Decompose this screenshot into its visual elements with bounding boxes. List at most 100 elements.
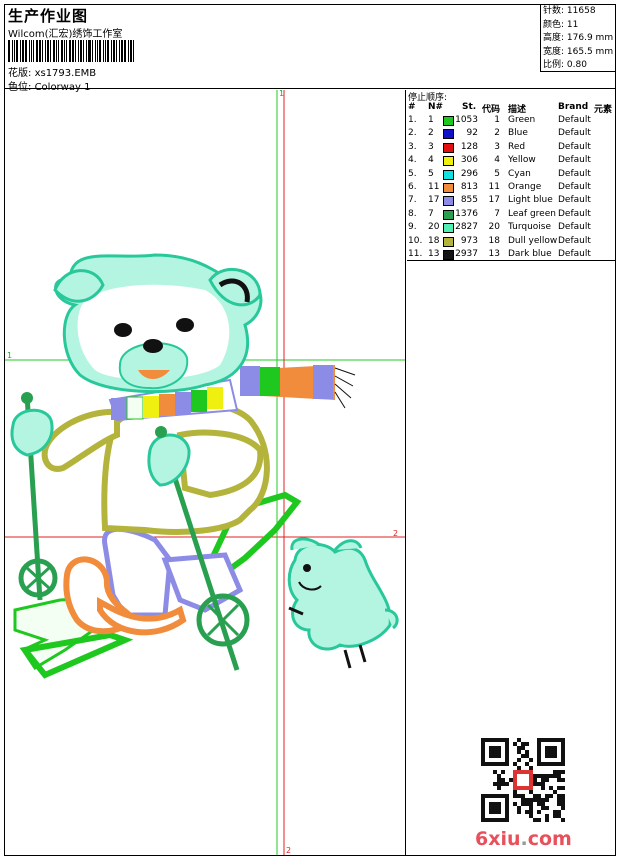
color-table-row: 6. 11 813 11 Orange Default [408,182,614,195]
row-code: 7 [494,208,500,219]
bunny-body [287,543,392,651]
row-description: Red [508,141,526,152]
row-seq: 5. [408,168,417,179]
row-code: 13 [488,249,500,259]
color-table-row: 7. 17 855 17 Light blue Default [408,195,614,208]
row-brand: Default [558,141,591,152]
bunny-feet [343,644,367,669]
row-brand: Default [558,168,591,179]
scarf-tail-stripe [260,367,280,396]
row-needle: 20 [428,222,440,233]
row-code: 17 [488,195,500,206]
row-needle: 13 [428,249,440,259]
scarf-stripe [175,392,191,414]
bear-left-eye [114,323,132,337]
thread-color-swatch [443,142,454,153]
scarf-stripe [207,387,223,409]
row-code: 5 [494,168,500,179]
thread-color-swatch [443,169,454,180]
guide-label-bottom: 2 [286,846,291,855]
color-table-row: 8. 7 1376 7 Leaf green Default [408,209,614,222]
stat-stitches: 针数: 11658 [543,6,596,16]
col-seq: # [408,102,416,112]
row-description: Blue [508,128,528,139]
row-seq: 4. [408,155,417,166]
row-needle: 18 [428,235,440,246]
bear-nose [143,339,163,353]
thread-color-swatch [443,250,454,260]
right-pole-grip [155,426,167,438]
thread-color-swatch [443,223,454,234]
row-stitches: 128 [460,141,478,152]
thread-color-swatch [443,129,454,140]
row-brand: Default [558,208,591,219]
color-table-row: 3. 3 128 3 Red Default [408,142,614,155]
row-seq: 7. [408,195,417,206]
color-table-header: # N# St. 代码 描述 Brand 元素 [408,102,614,115]
row-brand: Default [558,182,591,192]
col-element: 元素 [594,105,613,115]
row-code: 20 [488,222,500,233]
row-brand: Default [558,128,591,139]
stat-scale: 比例: 0.80 [543,60,587,70]
scarf-tail-stripe [240,366,260,396]
design-stats: 针数: 11658 颜色: 11 高度: 176.9 mm 宽度: 165.5 … [540,4,616,72]
row-stitches: 92 [466,128,478,139]
row-brand: Default [558,249,591,259]
row-code: 4 [494,155,500,166]
row-seq: 8. [408,208,417,219]
embroidery-design-preview: 1 2 1 2 [5,90,406,855]
row-needle: 1 [428,115,434,125]
guide-label-top: 1 [279,90,284,98]
color-table-row: 10. 18 973 18 Dull yellow Default [408,236,614,249]
thread-color-swatch [443,156,454,167]
thread-color-swatch [443,116,454,126]
row-brand: Default [558,235,591,246]
site-watermark: 6xiu.com [475,828,572,850]
col-description: 描述 [508,105,527,115]
row-seq: 3. [408,141,417,152]
row-description: Dark blue [508,249,552,259]
row-brand: Default [558,115,591,125]
row-code: 2 [494,128,500,139]
sheet-header: 生产作业图 Wilcom(汇宏)绣饰工作室 花版: xs1793.EMB 色位:… [4,4,616,93]
col-brand: Brand [558,102,589,112]
file-barcode [8,40,136,62]
sheet-title: 生产作业图 [8,7,89,25]
scarf-stripe [191,390,207,412]
row-description: Green [508,115,536,125]
row-brand: Default [558,155,591,166]
row-description: Turquoise [508,222,552,233]
row-stitches: 855 [460,195,478,206]
guide-label-left: 1 [7,351,12,360]
row-description: Yellow [508,155,536,166]
guide-label-right: 2 [393,529,398,538]
col-code: 代码 [482,105,501,115]
row-brand: Default [558,195,591,206]
row-code: 3 [494,141,500,152]
bear-right-eye [176,318,194,332]
color-table-row: 5. 5 296 5 Cyan Default [408,169,614,182]
thread-color-swatch [443,209,454,220]
row-stitches: 2937 [455,249,478,259]
thread-color-swatch [443,196,454,207]
row-needle: 7 [428,208,434,219]
qr-code-image [481,738,565,822]
row-stitches: 296 [460,168,478,179]
row-stitches: 1053 [455,115,478,125]
row-needle: 17 [428,195,440,206]
row-seq: 9. [408,222,417,233]
table-divider [407,260,615,261]
stat-width: 宽度: 165.5 mm [543,46,614,57]
company-name: Wilcom(汇宏)绣饰工作室 [8,29,123,40]
row-needle: 2 [428,128,434,139]
scarf-fringe [334,367,356,409]
row-seq: 2. [408,128,417,139]
design-file-line: 花版: xs1793.EMB [8,64,96,79]
row-code: 1 [494,115,500,125]
row-needle: 3 [428,141,434,152]
row-code: 18 [488,235,500,246]
row-code: 11 [488,182,500,192]
scarf-stripe [126,396,144,420]
color-sequence-panel: 停止顺序: # N# St. 代码 描述 Brand 元素 1. 1 1053 1 Gr… [407,90,615,855]
